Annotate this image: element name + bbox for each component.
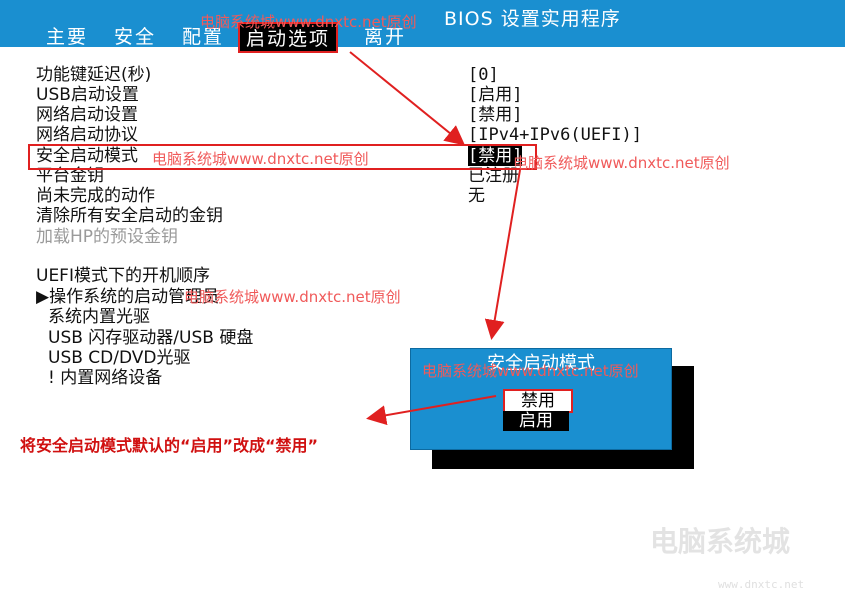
arrow-popup-to-caption xyxy=(366,395,497,426)
arrow-setting-to-popup xyxy=(484,169,521,340)
annotation-arrows xyxy=(349,51,521,426)
arrow-tab-to-setting xyxy=(349,51,466,146)
site-logo-url: www.dnxtc.net xyxy=(718,578,805,591)
site-logo: 电脑系统城 xyxy=(650,525,791,558)
